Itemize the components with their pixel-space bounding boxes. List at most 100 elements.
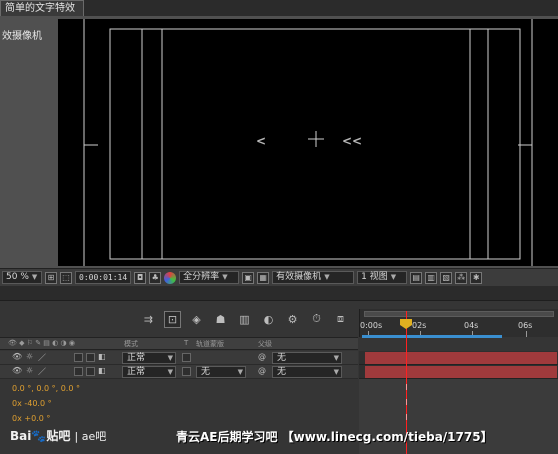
auto-keyframe-icon[interactable]: ⏱ — [308, 311, 325, 328]
fast-previews-icon[interactable]: ▥ — [425, 271, 438, 284]
layer-bar-track[interactable] — [359, 351, 558, 365]
work-area-bar[interactable] — [362, 335, 502, 338]
orientation-value[interactable]: 0.0 °, 0.0 °, 0.0 ° — [12, 384, 80, 393]
layer-row[interactable]: 👁 ☼ ／ ◧ 正常 ▼ @ 无 ▼ — [0, 351, 358, 365]
chevron-down-icon: ▼ — [333, 354, 339, 362]
mode-select[interactable]: 正常 ▼ — [122, 366, 176, 378]
composition-tab-label: 简单的文字特效 — [5, 3, 75, 14]
solo-icon[interactable]: ☼ — [26, 366, 33, 375]
pickwhip-icon[interactable]: @ — [258, 366, 266, 375]
layer-bar-track[interactable] — [359, 365, 558, 379]
ruler-tick-label: 04s — [464, 321, 479, 330]
chevron-down-icon: ▼ — [222, 273, 228, 281]
comp-mini-flowchart-icon[interactable]: ⇉ — [140, 311, 157, 328]
camera-view-value: 有效摄像机 — [276, 272, 322, 282]
frame-blending-icon[interactable]: ▥ — [236, 311, 253, 328]
solo-icon[interactable]: ☼ — [26, 352, 33, 361]
mode-select[interactable]: 正常 ▼ — [122, 352, 176, 364]
composition-viewer[interactable]: 效摄像机 < << — [0, 16, 558, 268]
graph-editor-icon[interactable]: ⧈ — [332, 311, 349, 328]
layer-column-header: 👁 ◆ ⚐ ✎ ▤ ◐ ◑ ◉ 模式 T 轨道蒙版 父级 — [0, 337, 358, 350]
ruler-tick-label: 0:00s — [360, 321, 383, 330]
chevron-down-icon: ▼ — [237, 368, 243, 376]
site-watermark: 青云AE后期学习吧 【www.linecg.com/tieba/1775】 — [176, 430, 493, 444]
text-layer-right: << — [342, 134, 362, 148]
trkmat-value: 无 — [201, 367, 211, 377]
safe-area-frame — [109, 28, 521, 260]
text-layer-left: < — [256, 134, 266, 148]
flowchart-icon[interactable]: ⁂ — [455, 271, 468, 284]
view-layout-dropdown[interactable]: 1 视图 ▼ — [357, 271, 408, 284]
timeline-toolbar: ⇉ ⊡ ◈ ☗ ▥ ◐ ⚙ ⏱ ⧈ — [0, 301, 358, 337]
resolution-dropdown[interactable]: 全分辨率 ▼ — [179, 271, 240, 284]
magnification-value: 50 % — [6, 272, 29, 282]
camera-view-dropdown[interactable]: 有效摄像机 ▼ — [272, 271, 355, 284]
baidu-text: Bai — [10, 429, 32, 443]
layer-duration-bar[interactable] — [365, 366, 557, 378]
snapshot-icon[interactable]: ◘ — [134, 271, 147, 284]
switch-box[interactable] — [74, 367, 83, 376]
keyframe-marker[interactable]: I — [403, 399, 410, 407]
chevron-down-icon: ▼ — [324, 273, 330, 281]
safe-zones-icon[interactable]: ⊞ — [45, 271, 57, 284]
composition-canvas[interactable]: < << — [58, 19, 558, 266]
preserve-transparency-box[interactable] — [182, 353, 191, 362]
ruler-tick-label: 02s — [412, 321, 427, 330]
eye-icon[interactable]: 👁 — [12, 352, 22, 361]
switch-box[interactable] — [86, 353, 95, 362]
pen-icon[interactable]: ／ — [38, 352, 46, 363]
chevron-down-icon: ▼ — [167, 368, 173, 376]
column-t: T — [184, 339, 189, 347]
region-of-interest-icon[interactable]: ▣ — [242, 271, 255, 284]
channel-icon[interactable] — [164, 271, 177, 284]
composition-tab[interactable]: 简单的文字特效 — [0, 0, 84, 16]
time-ruler[interactable]: 0:00s 02s 04s 06s — [359, 309, 558, 338]
column-trkmat: 轨道蒙版 — [196, 340, 224, 348]
3d-layer-icon[interactable]: ◧ — [98, 352, 106, 361]
paw-icon: 🐾 — [31, 429, 47, 443]
hide-shy-layers-icon[interactable]: ☗ — [212, 311, 229, 328]
camera-label: 效摄像机 — [2, 31, 42, 42]
rotation-value[interactable]: 0x -40.0 ° — [12, 399, 52, 408]
live-update-icon[interactable]: ⊡ — [164, 310, 181, 328]
ruler-tick-label: 06s — [518, 321, 533, 330]
layer-row[interactable]: 👁 ☼ ／ ◧ 正常 ▼ 无 ▼ @ 无 ▼ — [0, 365, 358, 379]
pickwhip-icon[interactable]: @ — [258, 352, 266, 361]
current-time-display[interactable]: 0:00:01:14 — [75, 271, 132, 284]
toggle-pixel-aspect-icon[interactable]: ▤ — [410, 271, 423, 284]
mask-visibility-icon[interactable]: ⬚ — [60, 271, 72, 284]
magnification-dropdown[interactable]: 50 % ▼ — [2, 271, 42, 284]
canvas-overlay: < << — [83, 19, 533, 266]
transparency-grid-icon[interactable]: ▦ — [257, 271, 270, 284]
exposure-icon[interactable]: ✱ — [470, 271, 483, 284]
switch-box[interactable] — [74, 353, 83, 362]
chevron-down-icon: ▼ — [167, 354, 173, 362]
trkmat-select[interactable]: 无 ▼ — [196, 366, 246, 378]
brainstorm-icon[interactable]: ⚙ — [284, 311, 301, 328]
switch-box[interactable] — [86, 367, 95, 376]
keyframe-marker[interactable]: I — [403, 384, 410, 392]
timeline-icon[interactable]: ▧ — [440, 271, 453, 284]
forum-name: ae吧 — [81, 430, 107, 443]
layer-duration-bar[interactable] — [365, 352, 557, 364]
parent-select[interactable]: 无 ▼ — [272, 366, 342, 378]
show-snapshot-icon[interactable]: ♣ — [149, 271, 162, 284]
tieba-text: 贴吧 — [46, 429, 71, 443]
chevron-down-icon: ▼ — [31, 273, 38, 281]
column-mode: 模式 — [124, 340, 138, 348]
parent-select[interactable]: 无 ▼ — [272, 352, 342, 364]
preserve-transparency-box[interactable] — [182, 367, 191, 376]
parent-value: 无 — [277, 353, 287, 363]
3d-layer-icon[interactable]: ◧ — [98, 366, 106, 375]
motion-blur-icon[interactable]: ◐ — [260, 311, 277, 328]
view-layout-value: 1 视图 — [361, 272, 388, 282]
time-navigator[interactable] — [364, 311, 554, 317]
mode-value: 正常 — [127, 353, 146, 363]
eye-icon[interactable]: 👁 — [12, 366, 22, 375]
watermark: Bai🐾贴吧 | ae吧 青云AE后期学习吧 【www.linecg.com/t… — [0, 422, 558, 454]
keyframe-marker[interactable]: I — [403, 414, 410, 422]
column-parent: 父级 — [258, 340, 272, 348]
draft-3d-icon[interactable]: ◈ — [188, 311, 205, 328]
pen-icon[interactable]: ／ — [38, 366, 46, 377]
chevron-down-icon: ▼ — [333, 368, 339, 376]
